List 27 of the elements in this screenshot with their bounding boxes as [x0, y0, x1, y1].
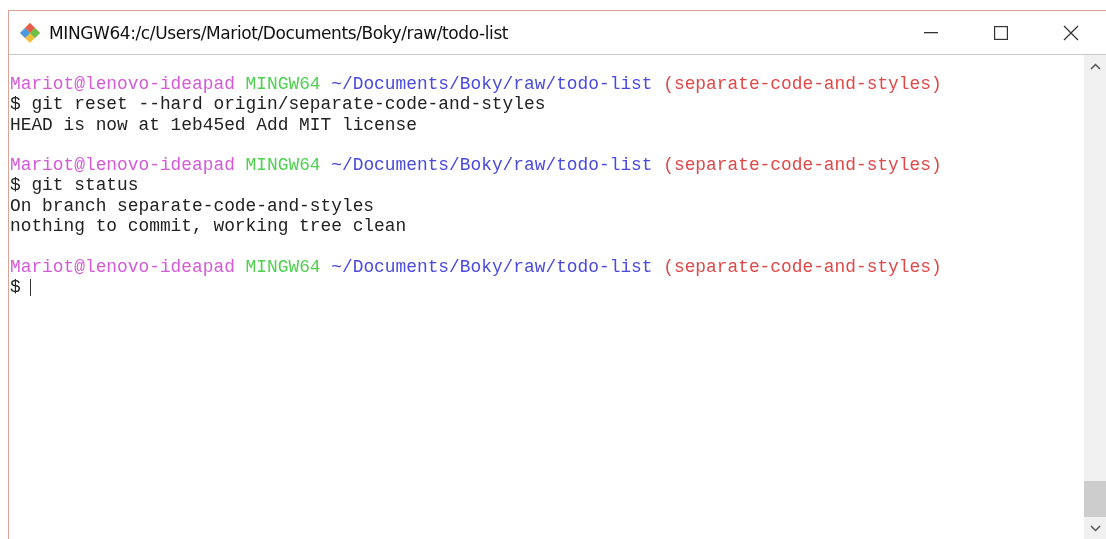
- maximize-icon: [994, 25, 1008, 40]
- command-text: $: [10, 276, 21, 298]
- minimize-icon: [924, 31, 938, 34]
- shell-name-text: MINGW64: [245, 74, 321, 95]
- shell-name-text: MINGW64: [245, 155, 321, 176]
- output-text: nothing to commit, working tree clean: [10, 216, 407, 237]
- path-text: ~/Documents/Boky/raw/todo-list: [331, 256, 653, 277]
- user-host-text: Mariot@lenovo-ideapad: [10, 155, 235, 176]
- branch-text: (separate-code-and-styles): [663, 74, 942, 95]
- output-text: On branch separate-code-and-styles: [10, 195, 375, 217]
- user-host-text: Mariot@lenovo-ideapad: [10, 74, 235, 95]
- scroll-down-icon[interactable]: [1089, 524, 1101, 532]
- branch-text: (separate-code-and-styles): [663, 155, 942, 176]
- scrollbar[interactable]: [1084, 55, 1106, 539]
- output-text: HEAD is now at 1eb45ed Add MIT license: [10, 114, 417, 135]
- command-text: $ git status: [10, 175, 139, 196]
- path-text: ~/Documents/Boky/raw/todo-list: [331, 155, 653, 176]
- close-icon: [1063, 24, 1079, 41]
- user-host-text: Mariot@lenovo-ideapad: [10, 256, 235, 277]
- shell-name-text: MINGW64: [245, 256, 321, 277]
- path-text: ~/Documents/Boky/raw/todo-list: [331, 74, 653, 95]
- diamond-logo-icon: [19, 21, 41, 44]
- branch-text: (separate-code-and-styles): [663, 256, 942, 277]
- scrollbar-thumb[interactable]: [1084, 481, 1106, 517]
- window-title: MINGW64:/c/Users/Mariot/Documents/Boky/raw/todo-list: [49, 22, 509, 43]
- scroll-up-icon[interactable]: [1089, 62, 1101, 70]
- command-text: $ git reset --hard origin/separate-code-and-styles: [10, 94, 546, 115]
